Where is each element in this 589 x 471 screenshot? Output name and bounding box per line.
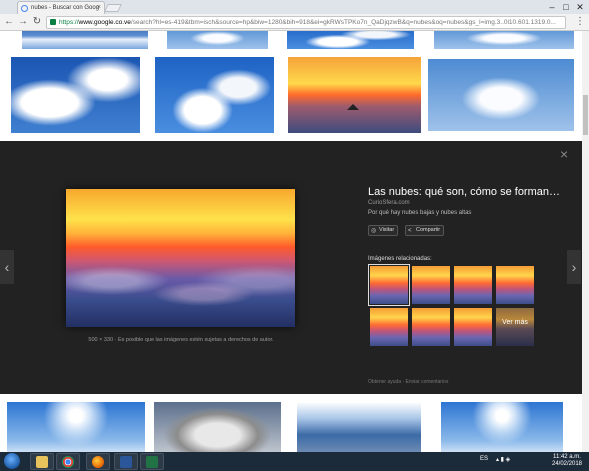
share-icon: < xyxy=(408,227,412,234)
image-description: Por qué hay nubes bajas y nubes altas xyxy=(368,210,472,216)
image-result-thumbnail[interactable] xyxy=(7,402,145,452)
image-source-site[interactable]: CurioSfera.com xyxy=(368,200,410,206)
share-button[interactable]: < Compartir xyxy=(405,225,445,236)
help-link[interactable]: Obtener ayuda xyxy=(368,379,401,385)
related-image-thumbnail[interactable] xyxy=(412,308,450,346)
related-image-thumbnail[interactable] xyxy=(496,266,534,304)
related-image-thumbnail[interactable] xyxy=(454,266,492,304)
page-scrollbar-thumb[interactable] xyxy=(583,95,588,135)
firefox-icon[interactable] xyxy=(86,453,110,470)
tab-strip: nubes - Buscar con Goog × – □ ✕ xyxy=(0,0,589,14)
browser-toolbar: ← → ↻ https://www.google.co.ve/search?hl… xyxy=(0,14,589,31)
clock-date: 24/02/2018 xyxy=(551,461,583,467)
browser-tab[interactable]: nubes - Buscar con Goog × xyxy=(17,1,105,14)
see-more-label: Ver más xyxy=(502,319,528,326)
maximize-icon[interactable]: □ xyxy=(559,1,573,13)
tray-icons[interactable]: ▴ ▮ ◈ xyxy=(496,456,510,463)
image-dimensions: 500 × 330 xyxy=(88,337,114,343)
visit-button[interactable]: ◎ Visitar xyxy=(368,225,399,236)
related-image-thumbnail[interactable] xyxy=(368,264,410,306)
clock-time: 11:42 a.m. xyxy=(553,454,581,460)
address-bar[interactable]: https://www.google.co.ve/search?hl=es-41… xyxy=(46,16,566,29)
back-arrow-icon[interactable]: ← xyxy=(3,16,15,28)
start-button-icon[interactable] xyxy=(4,453,20,469)
visit-label: Visitar xyxy=(379,227,395,233)
see-more-related-button[interactable]: Ver más xyxy=(496,308,534,346)
url-domain: www.google.co.ve xyxy=(78,19,131,26)
close-panel-icon[interactable]: × xyxy=(560,147,568,161)
close-window-icon[interactable]: ✕ xyxy=(573,1,587,13)
chrome-icon[interactable] xyxy=(56,453,80,470)
image-caption: 500 × 330 · Es posible que las imágenes … xyxy=(88,337,274,343)
related-images-heading: Imágenes relacionadas: xyxy=(368,256,432,262)
panel-footer: Obtener ayuda · Enviar comentarios xyxy=(368,379,449,385)
taskbar-clock[interactable]: 11:42 a.m. 24/02/2018 xyxy=(548,454,586,468)
tab-close-icon[interactable]: × xyxy=(97,4,101,11)
panel-pointer xyxy=(347,104,359,110)
google-favicon-icon xyxy=(21,5,28,12)
reload-icon[interactable]: ↻ xyxy=(31,16,43,28)
image-title-link[interactable]: Las nubes: qué son, cómo se forman… xyxy=(368,186,560,198)
related-image-thumbnail[interactable] xyxy=(370,308,408,346)
language-indicator[interactable]: ES xyxy=(480,456,488,462)
related-image-thumbnail[interactable] xyxy=(454,308,492,346)
image-result-thumbnail[interactable] xyxy=(154,402,281,452)
share-label: Compartir xyxy=(416,227,441,233)
url-path: /search?hl=es-419&tbm=isch&source=hp&biw… xyxy=(130,19,556,26)
image-result-thumbnail-selected[interactable] xyxy=(288,57,421,133)
file-explorer-icon[interactable] xyxy=(30,453,54,470)
next-image-arrow-icon[interactable]: › xyxy=(567,250,581,284)
image-result-thumbnail[interactable] xyxy=(167,31,268,49)
tab-title: nubes - Buscar con Goog xyxy=(31,5,100,11)
globe-icon: ◎ xyxy=(371,227,377,234)
excel-icon[interactable] xyxy=(140,453,164,470)
minimize-icon[interactable]: – xyxy=(545,1,559,13)
preview-image[interactable] xyxy=(66,189,295,327)
image-result-thumbnail[interactable] xyxy=(11,57,140,133)
url-scheme: https:// xyxy=(59,19,79,26)
feedback-link[interactable]: Enviar comentarios xyxy=(406,379,449,385)
related-image-thumbnail[interactable] xyxy=(412,266,450,304)
lock-icon xyxy=(50,19,56,25)
word-icon[interactable] xyxy=(114,453,138,470)
image-result-thumbnail[interactable] xyxy=(434,31,574,49)
previous-image-arrow-icon[interactable]: ‹ xyxy=(0,250,14,284)
image-result-thumbnail[interactable] xyxy=(287,31,414,49)
image-result-thumbnail[interactable] xyxy=(441,402,563,452)
new-tab-button[interactable] xyxy=(104,4,122,12)
image-result-thumbnail[interactable] xyxy=(155,57,274,133)
chrome-menu-icon[interactable]: ⋮ xyxy=(575,16,585,27)
copyright-notice: Es posible que las imágenes estén sujeta… xyxy=(117,337,274,343)
image-result-thumbnail[interactable] xyxy=(428,59,574,131)
image-result-thumbnail[interactable] xyxy=(297,402,421,452)
image-result-thumbnail[interactable] xyxy=(22,31,148,49)
forward-arrow-icon[interactable]: → xyxy=(17,16,29,28)
